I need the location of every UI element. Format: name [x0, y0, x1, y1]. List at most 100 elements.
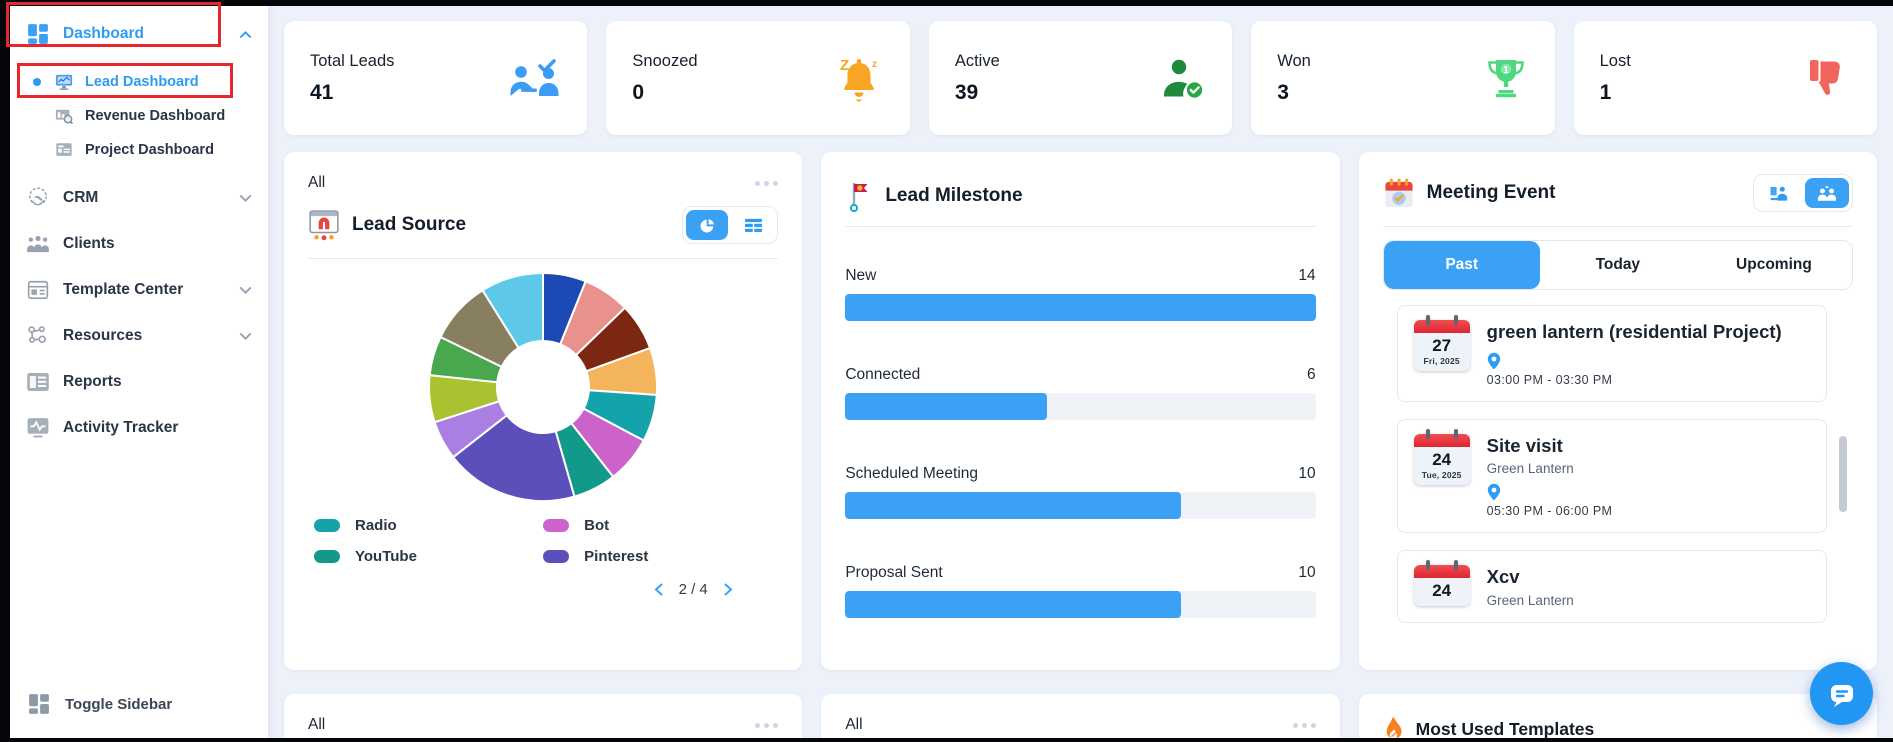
reports-doc-icon — [26, 371, 50, 393]
divider — [308, 258, 779, 259]
sidebar-item-label: Revenue Dashboard — [85, 108, 226, 124]
event-details: Xcv Green Lantern — [1487, 565, 1810, 608]
chat-fab-button[interactable] — [1810, 662, 1873, 725]
bottom-card-1-menu-button[interactable] — [755, 719, 779, 732]
meeting-event-title: Meeting Event — [1426, 182, 1556, 203]
toggle-sidebar-button[interactable]: Toggle Sidebar — [10, 684, 268, 724]
meeting-people-view-button[interactable] — [1804, 178, 1849, 208]
person-board-view-button[interactable] — [1756, 178, 1801, 208]
event-details: Site visit Green Lantern 05:30 PM - 06:00 … — [1487, 434, 1810, 519]
pager-prev-icon[interactable] — [654, 583, 663, 596]
stat-info: Lost 1 — [1600, 52, 1631, 105]
legend-item-pinterest[interactable]: Pinterest — [543, 548, 772, 565]
stat-info: Won 3 — [1277, 52, 1311, 105]
legend-label: YouTube — [355, 548, 417, 565]
stat-label: Snoozed — [632, 51, 698, 70]
legend-swatch — [314, 550, 340, 563]
lead-source-filter[interactable]: All — [308, 174, 325, 192]
event-item[interactable]: 24 Xcv Green Lantern — [1396, 550, 1827, 623]
event-subtitle: Green Lantern — [1486, 461, 1574, 477]
lead-dashboard-screen: Dashboard Lead Dashboard Revenue Dashboard… — [0, 0, 1893, 742]
toggle-sidebar-icon — [28, 693, 50, 715]
bottom-card-2-filter[interactable]: All — [845, 716, 862, 734]
event-day: 24 — [1432, 449, 1452, 469]
flame-icon — [1383, 716, 1405, 738]
tab-upcoming[interactable]: Upcoming — [1696, 241, 1852, 289]
stat-value: 1 — [1599, 80, 1612, 104]
chat-icon — [1830, 684, 1853, 707]
stat-label: Won — [1277, 51, 1311, 70]
milestone-bar-fill — [845, 591, 1182, 618]
calendar-date-icon: 24 — [1413, 560, 1470, 607]
sidebar-item-clients[interactable]: Clients — [10, 221, 268, 267]
chevron-down-icon — [239, 194, 252, 203]
legend-label: Pinterest — [584, 548, 649, 565]
revenue-chart-icon — [54, 107, 74, 125]
stat-card-lost: Lost 1 — [1573, 21, 1878, 135]
lead-source-menu-button[interactable] — [755, 177, 779, 190]
sidebar-item-crm[interactable]: CRM — [10, 175, 268, 221]
event-day: 24 — [1432, 581, 1452, 601]
pager-next-icon[interactable] — [724, 583, 733, 596]
milestone-row-proposal-sent: Proposal Sent 10 — [845, 564, 1316, 618]
meeting-view-toggle — [1752, 174, 1853, 212]
bottom-card-2: All — [821, 694, 1340, 738]
table-view-button[interactable] — [732, 210, 775, 240]
bottom-card-2-menu-button[interactable] — [1292, 719, 1316, 732]
legend-item-bot[interactable]: Bot — [543, 517, 772, 534]
tab-today[interactable]: Today — [1540, 241, 1696, 289]
legend-item-youtube[interactable]: YouTube — [314, 548, 543, 565]
event-item[interactable]: 27 Fri, 2025 green lantern (residential Pr… — [1396, 305, 1827, 402]
sidebar-item-resources[interactable]: Resources — [10, 313, 268, 359]
event-title: Site visit — [1486, 434, 1563, 456]
donut-svg — [428, 271, 659, 502]
milestone-value: 14 — [1298, 267, 1316, 284]
legend-item-radio[interactable]: Radio — [314, 517, 543, 534]
lead-source-icon — [308, 209, 340, 241]
sidebar-item-revenue-dashboard[interactable]: Revenue Dashboard — [10, 99, 268, 133]
event-date-sub: Fri, 2025 — [1423, 356, 1460, 367]
event-title: Xcv — [1486, 566, 1520, 588]
sidebar-item-lead-dashboard[interactable]: Lead Dashboard — [10, 65, 268, 99]
event-time: 03:00 PM - 03:30 PM — [1486, 372, 1613, 387]
scrollbar-thumb[interactable] — [1838, 436, 1847, 512]
lead-source-title: Lead Source — [352, 214, 467, 235]
project-board-icon — [54, 141, 74, 159]
sidebar-item-project-dashboard[interactable]: Project Dashboard — [10, 133, 268, 167]
chevron-down-icon — [239, 286, 252, 295]
stat-value: 3 — [1277, 80, 1289, 104]
event-title: green lantern (residential Project) — [1486, 321, 1782, 342]
dashboard-grid-icon — [26, 23, 50, 45]
event-item[interactable]: 24 Tue, 2025 Site visit Green Lantern 05:30 … — [1396, 418, 1827, 534]
meeting-event-list: 27 Fri, 2025 green lantern (residential Pr… — [1383, 305, 1853, 623]
resources-nodes-icon — [26, 325, 50, 347]
sidebar-item-activity-tracker[interactable]: Activity Tracker — [10, 405, 268, 451]
main-content: Total Leads 41 Snoozed 0 Zz Active 39 Won 3 1 Lost… — [268, 6, 1893, 738]
sidebar-item-label: Lead Dashboard — [85, 74, 199, 90]
event-date-sub: Tue, 2025 — [1421, 469, 1462, 480]
milestone-bars: New 14 Connected 6 Scheduled Meeting 10 Propos… — [845, 267, 1316, 618]
stats-row: Total Leads 41 Snoozed 0 Zz Active 39 Won 3 1 Lost… — [284, 21, 1878, 135]
crm-handshake-icon — [26, 187, 50, 209]
stat-info: Total Leads 41 — [310, 52, 394, 105]
tab-past[interactable]: Past — [1383, 241, 1540, 289]
lost-thumbs-down-icon — [1805, 56, 1851, 100]
sidebar-item-dashboard[interactable]: Dashboard — [10, 11, 268, 57]
milestone-flag-icon — [845, 180, 873, 212]
event-day: 27 — [1432, 336, 1452, 355]
milestone-bar-fill — [845, 294, 1316, 321]
milestone-value: 10 — [1298, 465, 1316, 482]
most-used-templates-title: Most Used Templates — [1415, 719, 1595, 738]
sidebar: Dashboard Lead Dashboard Revenue Dashboard… — [10, 6, 268, 738]
legend-pager: 2 / 4 — [458, 581, 802, 598]
calendar-date-icon: 24 Tue, 2025 — [1413, 428, 1470, 485]
legend-label: Bot — [584, 517, 610, 534]
stat-value: 0 — [632, 80, 645, 104]
stat-label: Lost — [1599, 51, 1631, 70]
milestone-label: Scheduled Meeting — [845, 465, 979, 482]
bottom-card-1-filter[interactable]: All — [308, 716, 325, 734]
pie-view-button[interactable] — [686, 210, 729, 240]
sidebar-item-reports[interactable]: Reports — [10, 359, 268, 405]
sidebar-item-template-center[interactable]: Template Center — [10, 267, 268, 313]
legend-label: Radio — [355, 517, 397, 534]
